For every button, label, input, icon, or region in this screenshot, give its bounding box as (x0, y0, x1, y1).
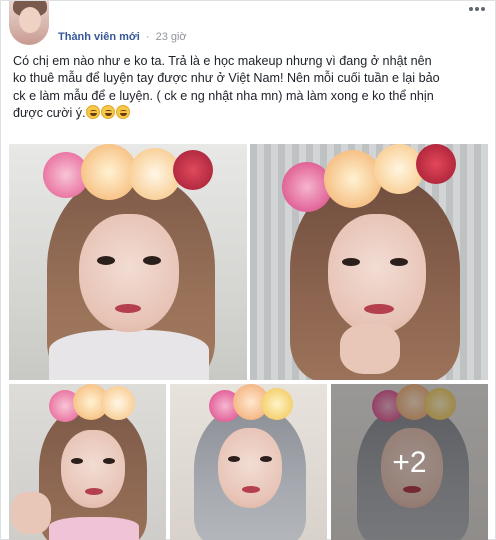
post-text-line: ck e làm mẫu để e luyện. ( ck e ng nhật … (13, 88, 434, 103)
photo-4[interactable] (170, 384, 327, 540)
flower-crown (184, 384, 318, 428)
post-body: Có chị em nào như e ko ta. Trả là e học … (13, 53, 489, 123)
eye-shape (143, 256, 161, 265)
eye-shape (71, 458, 83, 464)
flower-crown (27, 384, 157, 428)
author-meta: Thành viên mới · 23 giờ (58, 30, 187, 44)
more-photos-overlay[interactable]: +2 (331, 384, 488, 540)
avatar-face (19, 7, 41, 33)
eye-shape (103, 458, 115, 464)
eye-shape (260, 456, 272, 462)
post-timestamp[interactable]: 23 giờ (156, 31, 187, 43)
grinning-face-icon (85, 105, 100, 120)
eye-shape (342, 258, 360, 266)
eye-shape (390, 258, 408, 266)
eye-shape (228, 456, 240, 462)
lips-shape (242, 486, 260, 493)
author-name-link[interactable]: Thành viên mới (58, 31, 140, 43)
post-text-line: ko thuê mẫu để luyện tay được như ở Việt… (13, 71, 440, 86)
face-shape (218, 428, 282, 508)
face-shape (61, 430, 125, 508)
photo-5-more[interactable]: +2 (331, 384, 488, 540)
photo-grid: +2 (1, 144, 496, 540)
face-shape (328, 214, 426, 334)
lips-shape (85, 488, 103, 495)
more-options-icon[interactable] (469, 7, 485, 15)
grinning-face-icon (100, 105, 115, 120)
post-text-line-end: được cười ý. (13, 106, 86, 121)
eye-shape (97, 256, 115, 265)
post-card: Thành viên mới · 23 giờ Có chị em nào nh… (0, 0, 496, 540)
hand-shape (11, 492, 51, 534)
post-text-line: Có chị em nào như e ko ta. Trả là e học … (13, 54, 432, 68)
meta-separator: · (145, 31, 150, 43)
lips-shape (115, 304, 141, 313)
shirt-shape (49, 517, 139, 540)
photo-3[interactable] (9, 384, 166, 540)
hand-shape (340, 324, 400, 374)
flower-crown (23, 144, 233, 204)
photo-2[interactable] (250, 144, 488, 380)
flower-crown (264, 144, 474, 214)
photo-1[interactable] (9, 144, 247, 380)
more-photos-count: +2 (392, 445, 427, 479)
author-avatar[interactable] (9, 1, 49, 45)
grinning-face-icon (115, 105, 130, 120)
lips-shape (364, 304, 394, 314)
post-header: Thành viên mới · 23 giờ (1, 1, 496, 51)
face-shape (79, 214, 179, 332)
post-text-line: được cười ý. (13, 105, 489, 122)
shirt-shape (49, 330, 209, 380)
